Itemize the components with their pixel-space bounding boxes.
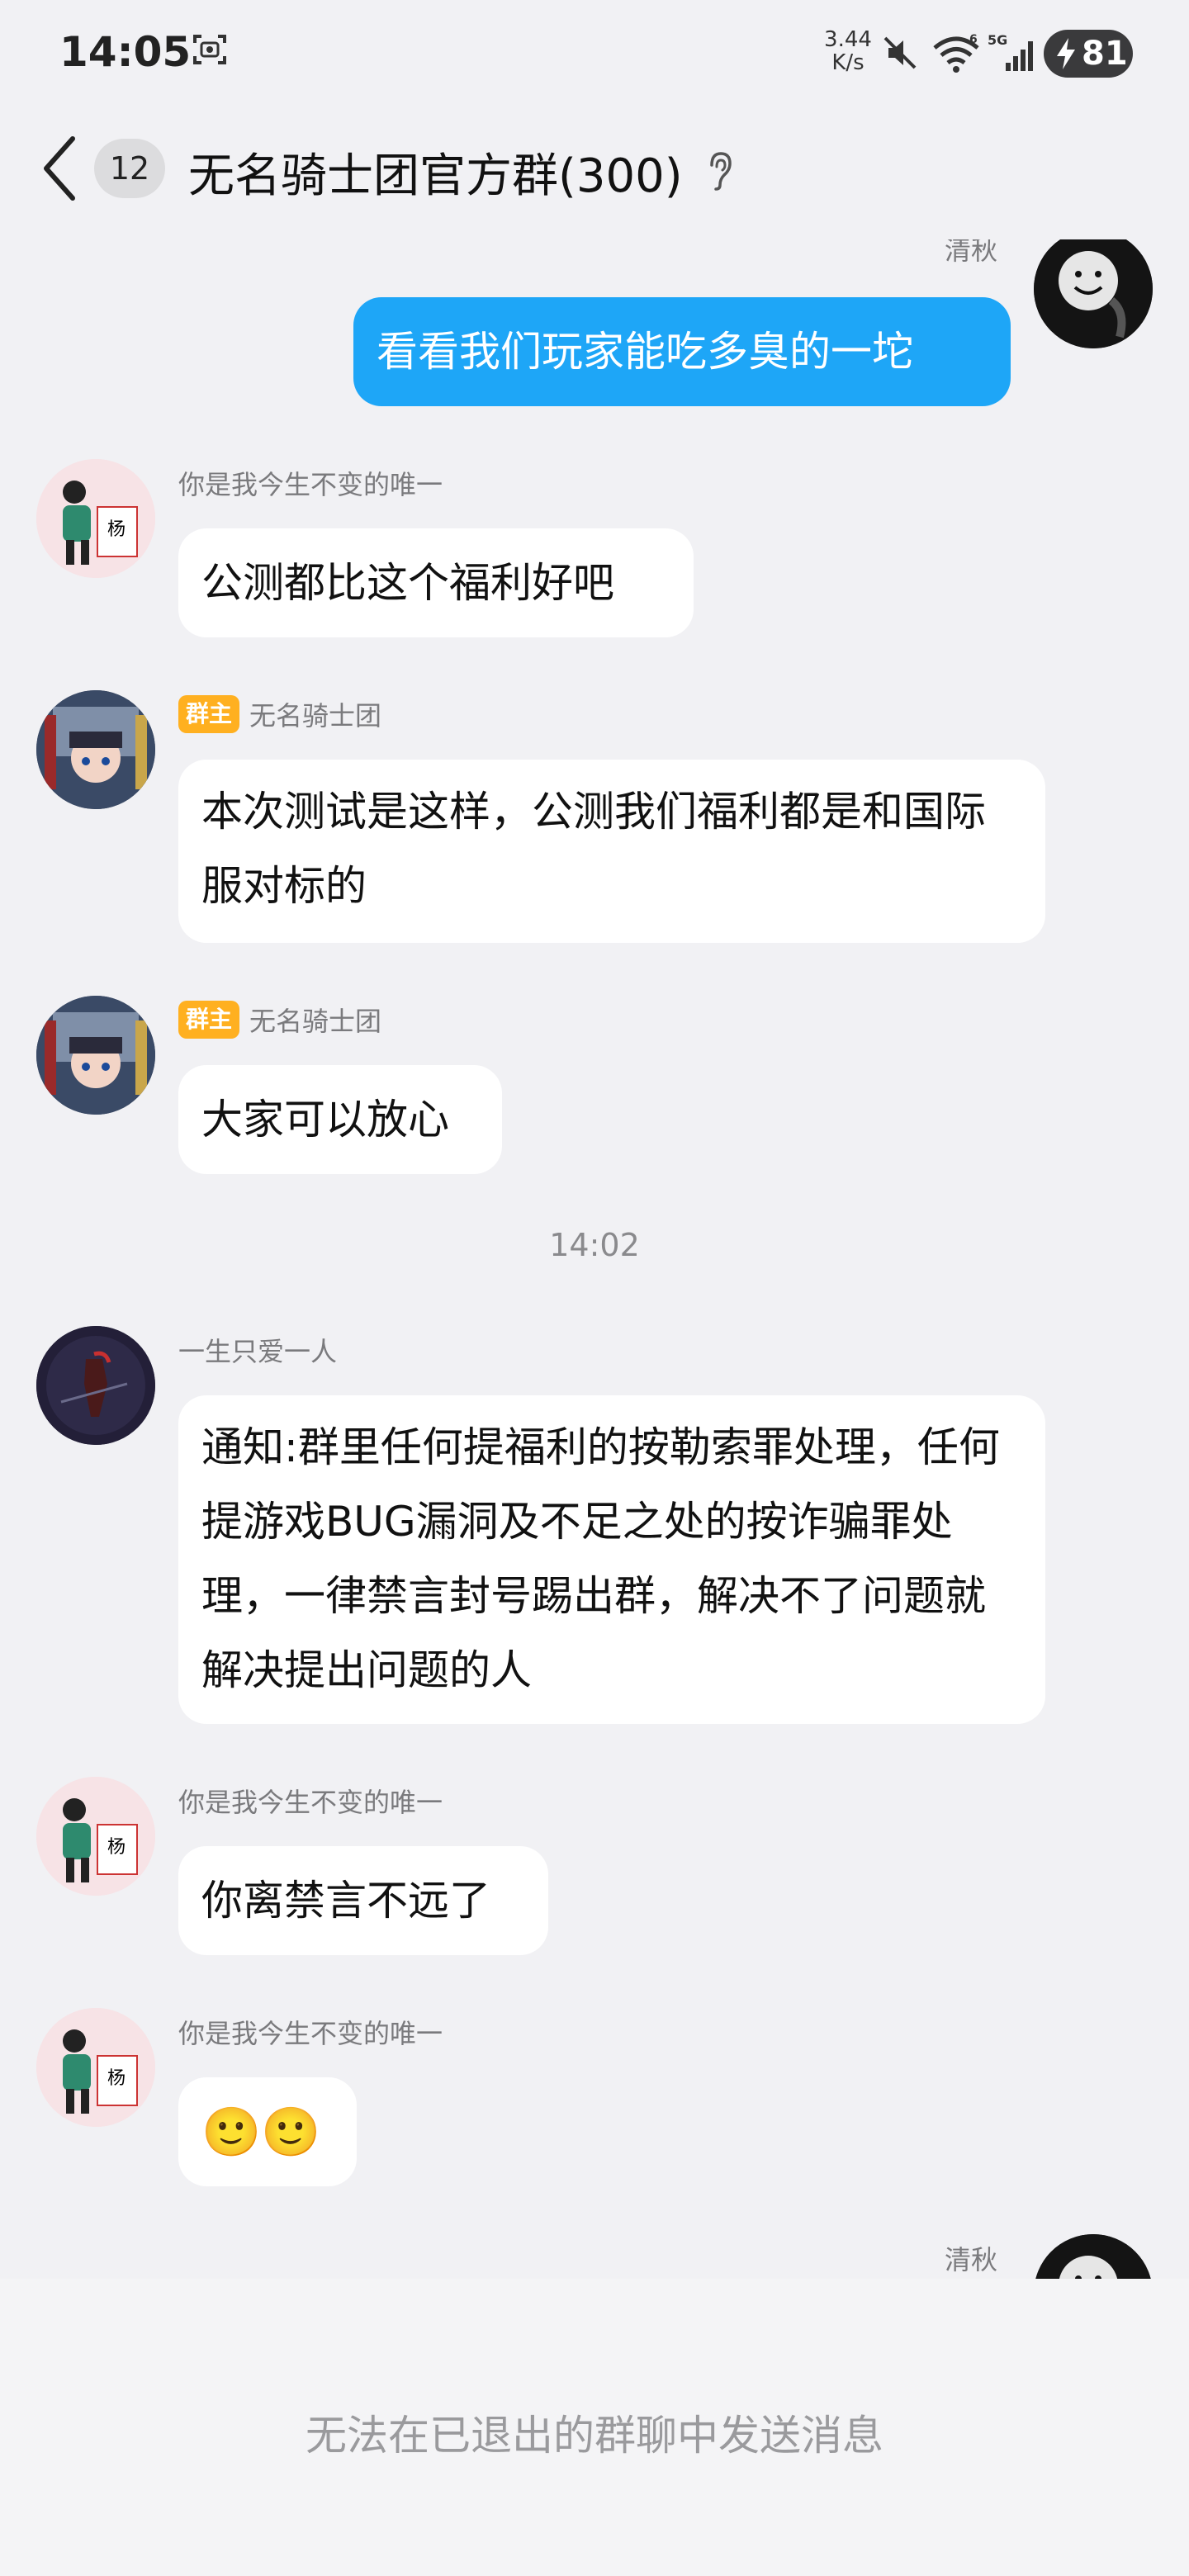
owner-badge: 群主 [178,695,239,733]
message-bubble[interactable]: 你离禁言不远了 [178,1846,548,1955]
status-time: 14:05 [59,28,192,76]
message-list[interactable]: 清秋 看看我们玩家能吃多臭的一坨 杨 你是我今生不变的唯一 公测都比这个福利好吧 [0,239,1189,2279]
avatar-image [1034,2234,1153,2279]
avatar-image: 杨 [36,459,155,578]
avatar[interactable] [36,1326,155,1445]
avatar-image [1034,239,1153,348]
avatar-image [36,996,155,1115]
avatar[interactable]: 杨 [36,1777,155,1896]
signal-icon: 5G [988,32,1033,71]
chat-title[interactable]: 无名骑士团官方群(300) [188,139,683,206]
avatar[interactable] [36,996,155,1115]
avatar-image: 杨 [36,1777,155,1896]
message-bubble[interactable]: 通知:群里任何提福利的按勒索罪处理，任何提游戏BUG漏洞及不足之处的按诈骗罪处理… [178,1395,1045,1724]
emoji-message-bubble[interactable]: 🙂🙂 [178,2077,357,2186]
sender-name: 清秋 [945,2244,998,2275]
battery-level: 81 [1082,35,1128,73]
left-group-notice: 无法在已退出的群聊中发送消息 [306,2412,883,2460]
chat-header: 12 无名骑士团官方群(300) [0,107,1189,239]
sender-name: 你是我今生不变的唯一 [178,469,443,500]
charging-bolt-icon [1057,38,1075,69]
status-bar: 14:05 3.44 K/s 6 5G 81 [0,0,1189,107]
sender-name: 你是我今生不变的唯一 [178,2018,443,2049]
message-bubble[interactable]: 大家可以放心 [178,1065,502,1174]
svg-text:杨: 杨 [107,519,126,540]
sender-name: 无名骑士团 [249,700,382,732]
svg-text:杨: 杨 [107,2068,126,2089]
owner-badge: 群主 [178,1001,239,1039]
avatar-image: 杨 [36,2008,155,2127]
ear-icon[interactable] [707,150,735,192]
battery-indicator: 81 [1044,30,1133,78]
avatar[interactable]: 杨 [36,2008,155,2127]
svg-text:6: 6 [969,33,978,46]
sender-name: 一生只爱一人 [178,1336,338,1367]
avatar[interactable] [1034,2234,1153,2279]
mute-icon [883,36,917,69]
sender-name: 你是我今生不变的唯一 [178,1787,443,1818]
message-bubble-mine[interactable]: 看看我们玩家能吃多臭的一坨 [353,297,1011,406]
wifi-icon: 6 [933,33,979,73]
sender-name: 无名骑士团 [249,1006,382,1037]
network-speed-unit: K/s [831,50,865,75]
screenshot-icon [193,35,226,64]
svg-text:杨: 杨 [107,1837,126,1858]
sender-name: 清秋 [945,239,998,266]
network-type-label: 5G [988,32,1007,48]
back-arrow-icon[interactable] [40,134,79,203]
network-speed-value: 3.44 [824,27,872,52]
timestamp-divider: 14:02 [549,1227,640,1263]
input-area-disabled: 无法在已退出的群聊中发送消息 [0,2279,1189,2576]
avatar[interactable] [1034,239,1153,348]
avatar-image [36,690,155,809]
message-bubble[interactable]: 公测都比这个福利好吧 [178,528,694,637]
avatar[interactable] [36,690,155,809]
avatar-image [36,1326,155,1445]
unread-count-badge[interactable]: 12 [94,139,165,198]
network-speed: 3.44 K/s [819,28,877,74]
message-bubble[interactable]: 本次测试是这样，公测我们福利都是和国际服对标的 [178,760,1045,943]
avatar[interactable]: 杨 [36,459,155,578]
